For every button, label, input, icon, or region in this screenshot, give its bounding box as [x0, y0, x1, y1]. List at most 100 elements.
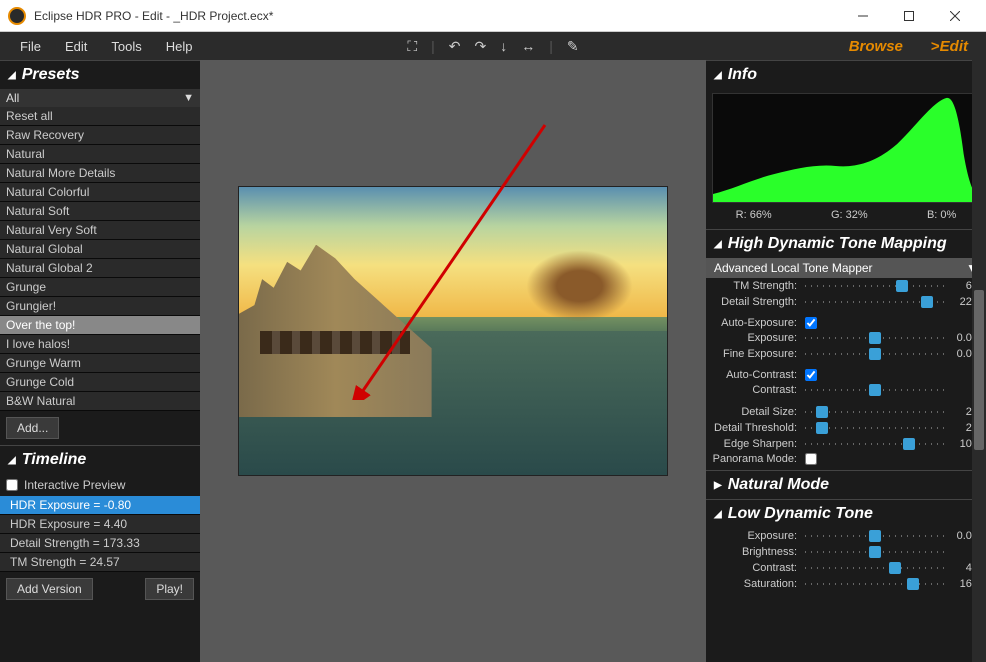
- param-label: Contrast:: [710, 384, 805, 396]
- interactive-preview-checkbox[interactable]: [6, 479, 18, 491]
- window-title: Eclipse HDR PRO - Edit - _HDR Project.ec…: [34, 9, 840, 23]
- maximize-button[interactable]: [886, 0, 932, 32]
- add-preset-button[interactable]: Add...: [6, 417, 59, 439]
- hdtm-params: TM Strength:65Detail Strength:220Auto-Ex…: [706, 278, 986, 466]
- ldt-header[interactable]: Low Dynamic Tone: [706, 499, 986, 528]
- param-slider[interactable]: [805, 561, 944, 575]
- param-row: Auto-Exposure:: [706, 316, 986, 330]
- hdtm-title: High Dynamic Tone Mapping: [728, 235, 947, 253]
- param-label: Fine Exposure:: [710, 348, 805, 360]
- preset-item[interactable]: Grunge: [0, 278, 200, 297]
- param-label: Exposure:: [710, 332, 805, 344]
- preset-item[interactable]: Natural Global 2: [0, 259, 200, 278]
- titlebar: Eclipse HDR PRO - Edit - _HDR Project.ec…: [0, 0, 986, 32]
- ldt-title: Low Dynamic Tone: [728, 505, 873, 523]
- param-row: Brightness:0: [706, 544, 986, 560]
- eyedropper-icon[interactable]: ✎: [567, 38, 579, 55]
- preview-image[interactable]: [238, 186, 668, 476]
- hdtm-header[interactable]: High Dynamic Tone Mapping: [706, 229, 986, 258]
- interactive-preview-label: Interactive Preview: [24, 478, 125, 492]
- param-slider[interactable]: [805, 295, 944, 309]
- param-label: Saturation:: [710, 578, 805, 590]
- browse-tab[interactable]: Browse: [839, 36, 913, 57]
- timeline-header[interactable]: Timeline: [0, 445, 200, 474]
- window-controls: [840, 0, 978, 32]
- preset-list: Reset allRaw RecoveryNaturalNatural More…: [0, 107, 200, 411]
- menu-tools[interactable]: Tools: [99, 35, 153, 58]
- preset-item[interactable]: Grunge Cold: [0, 373, 200, 392]
- param-slider[interactable]: [805, 347, 944, 361]
- param-checkbox[interactable]: [805, 453, 817, 465]
- b-value: B: 0%: [927, 209, 956, 221]
- param-row: Detail Threshold:23: [706, 420, 986, 436]
- timeline-title: Timeline: [22, 451, 87, 469]
- rgb-readout: R: 66% G: 32% B: 0%: [706, 205, 986, 229]
- flip-h-icon[interactable]: ↔: [521, 38, 535, 55]
- param-label: Auto-Contrast:: [710, 369, 805, 381]
- preset-item[interactable]: B&W Natural: [0, 392, 200, 411]
- presets-filter[interactable]: All ▼: [0, 89, 200, 107]
- ldt-params: Exposure:0.00Brightness:0Contrast:48Satu…: [706, 528, 986, 592]
- natural-mode-title: Natural Mode: [728, 476, 829, 494]
- param-label: Edge Sharpen:: [710, 438, 805, 450]
- menu-file[interactable]: File: [8, 35, 53, 58]
- menu-help[interactable]: Help: [154, 35, 205, 58]
- param-slider[interactable]: [805, 529, 944, 543]
- play-button[interactable]: Play!: [145, 578, 194, 600]
- presets-header[interactable]: Presets: [0, 60, 200, 89]
- preset-item[interactable]: Grungier!: [0, 297, 200, 316]
- histogram[interactable]: [712, 93, 980, 203]
- close-button[interactable]: [932, 0, 978, 32]
- menu-edit[interactable]: Edit: [53, 35, 99, 58]
- timeline-item[interactable]: Detail Strength = 173.33: [0, 534, 200, 553]
- app-icon: [8, 7, 26, 25]
- preset-item[interactable]: Natural: [0, 145, 200, 164]
- filter-label: All: [6, 91, 19, 105]
- param-checkbox[interactable]: [805, 317, 817, 329]
- preset-item[interactable]: Raw Recovery: [0, 126, 200, 145]
- param-slider[interactable]: [805, 383, 944, 397]
- right-scrollbar[interactable]: [972, 60, 986, 662]
- param-slider[interactable]: [805, 437, 944, 451]
- preset-item[interactable]: Natural Very Soft: [0, 221, 200, 240]
- left-panel: Presets All ▼ Reset allRaw RecoveryNatur…: [0, 60, 200, 662]
- collapse-icon: [714, 238, 722, 250]
- param-row: Detail Strength:220: [706, 294, 986, 310]
- preset-item[interactable]: I love halos!: [0, 335, 200, 354]
- preset-item[interactable]: Natural Colorful: [0, 183, 200, 202]
- param-slider[interactable]: [805, 421, 944, 435]
- rotate-right-icon[interactable]: ↷: [475, 38, 487, 55]
- flip-v-icon[interactable]: ↓: [500, 38, 507, 55]
- fit-icon[interactable]: ⛶: [407, 38, 417, 55]
- timeline-item[interactable]: TM Strength = 24.57: [0, 553, 200, 572]
- preview-area: [200, 60, 706, 662]
- param-label: Detail Threshold:: [710, 422, 805, 434]
- right-panel: Info R: 66% G: 32% B: 0% High Dynamic To…: [706, 60, 986, 662]
- param-slider[interactable]: [805, 279, 944, 293]
- timeline-item[interactable]: HDR Exposure = -0.80: [0, 496, 200, 515]
- param-slider[interactable]: [805, 405, 944, 419]
- param-label: Detail Size:: [710, 406, 805, 418]
- preset-item[interactable]: Grunge Warm: [0, 354, 200, 373]
- preset-item[interactable]: Over the top!: [0, 316, 200, 335]
- timeline-item[interactable]: HDR Exposure = 4.40: [0, 515, 200, 534]
- edit-tab[interactable]: >Edit: [921, 36, 978, 57]
- natural-mode-header[interactable]: ▶ Natural Mode: [706, 470, 986, 499]
- param-slider[interactable]: [805, 545, 944, 559]
- rotate-left-icon[interactable]: ↶: [449, 38, 461, 55]
- preset-item[interactable]: Natural Soft: [0, 202, 200, 221]
- preset-item[interactable]: Natural Global: [0, 240, 200, 259]
- tone-mapper-dropdown[interactable]: Advanced Local Tone Mapper ▼: [706, 258, 986, 278]
- scrollbar-thumb[interactable]: [974, 290, 984, 450]
- param-checkbox[interactable]: [805, 369, 817, 381]
- add-version-button[interactable]: Add Version: [6, 578, 93, 600]
- preset-item[interactable]: Natural More Details: [0, 164, 200, 183]
- preset-item[interactable]: Reset all: [0, 107, 200, 126]
- param-slider[interactable]: [805, 331, 944, 345]
- param-slider[interactable]: [805, 577, 944, 591]
- info-header[interactable]: Info: [706, 60, 986, 89]
- param-row: Exposure:0.00: [706, 330, 986, 346]
- interactive-preview-row[interactable]: Interactive Preview: [0, 474, 200, 496]
- chevron-down-icon: ▼: [183, 92, 194, 104]
- minimize-button[interactable]: [840, 0, 886, 32]
